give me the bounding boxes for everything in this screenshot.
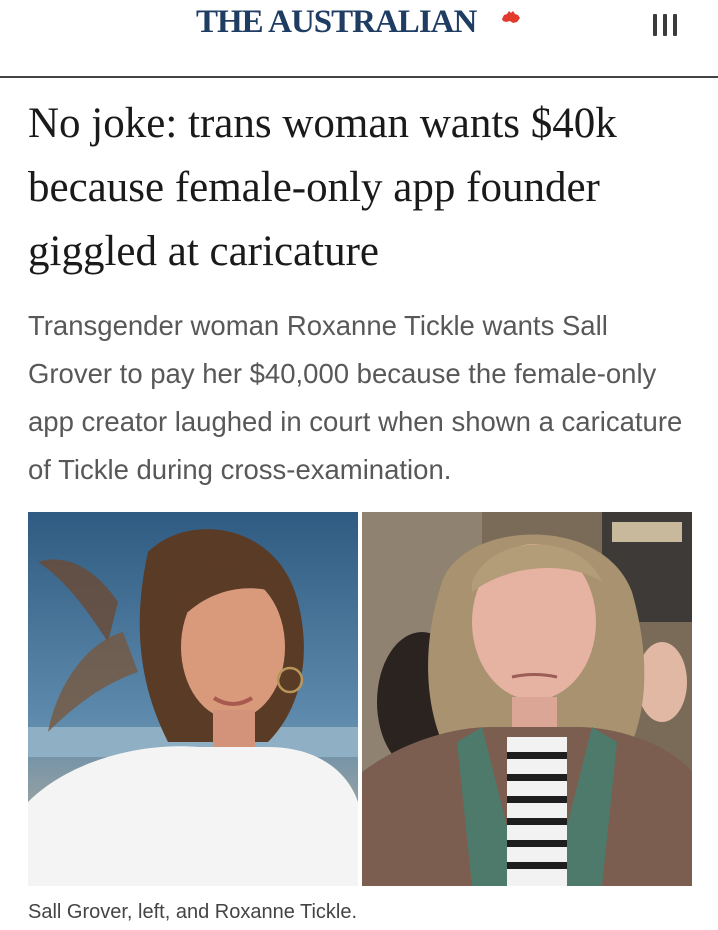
article-headline[interactable]: No joke: trans woman wants $40k because …	[28, 92, 698, 284]
photo-sall-grover	[28, 512, 358, 886]
photo-roxanne-tickle	[362, 512, 692, 886]
menu-icon[interactable]	[650, 8, 680, 42]
photo-caption: Sall Grover, left, and Roxanne Tickle.	[28, 901, 358, 923]
brand-logo[interactable]: THE AUSTRALIAN	[196, 4, 477, 40]
masthead-divider	[0, 76, 718, 78]
masthead: THE AUSTRALIAN	[0, 0, 718, 76]
article-standfirst: Transgender woman Roxanne Tickle wants S…	[28, 310, 683, 485]
australia-map-icon	[502, 11, 520, 23]
